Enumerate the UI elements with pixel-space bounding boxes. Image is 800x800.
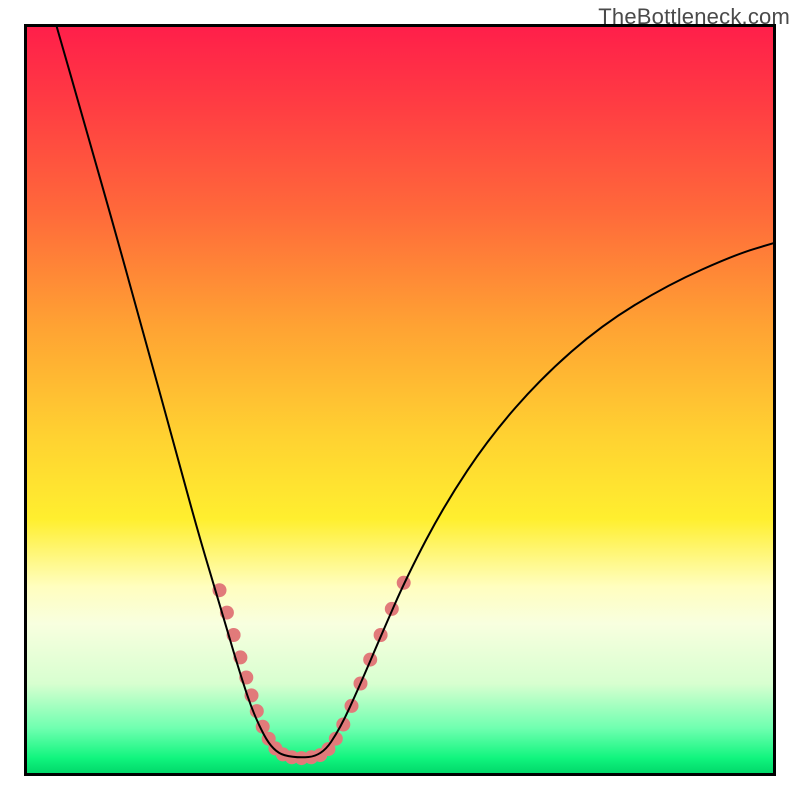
chart-frame: TheBottleneck.com (0, 0, 800, 800)
bottleneck-curve-path (57, 27, 773, 757)
chart-svg (27, 27, 773, 773)
watermark-text: TheBottleneck.com (598, 4, 790, 30)
marker-group (213, 576, 411, 765)
